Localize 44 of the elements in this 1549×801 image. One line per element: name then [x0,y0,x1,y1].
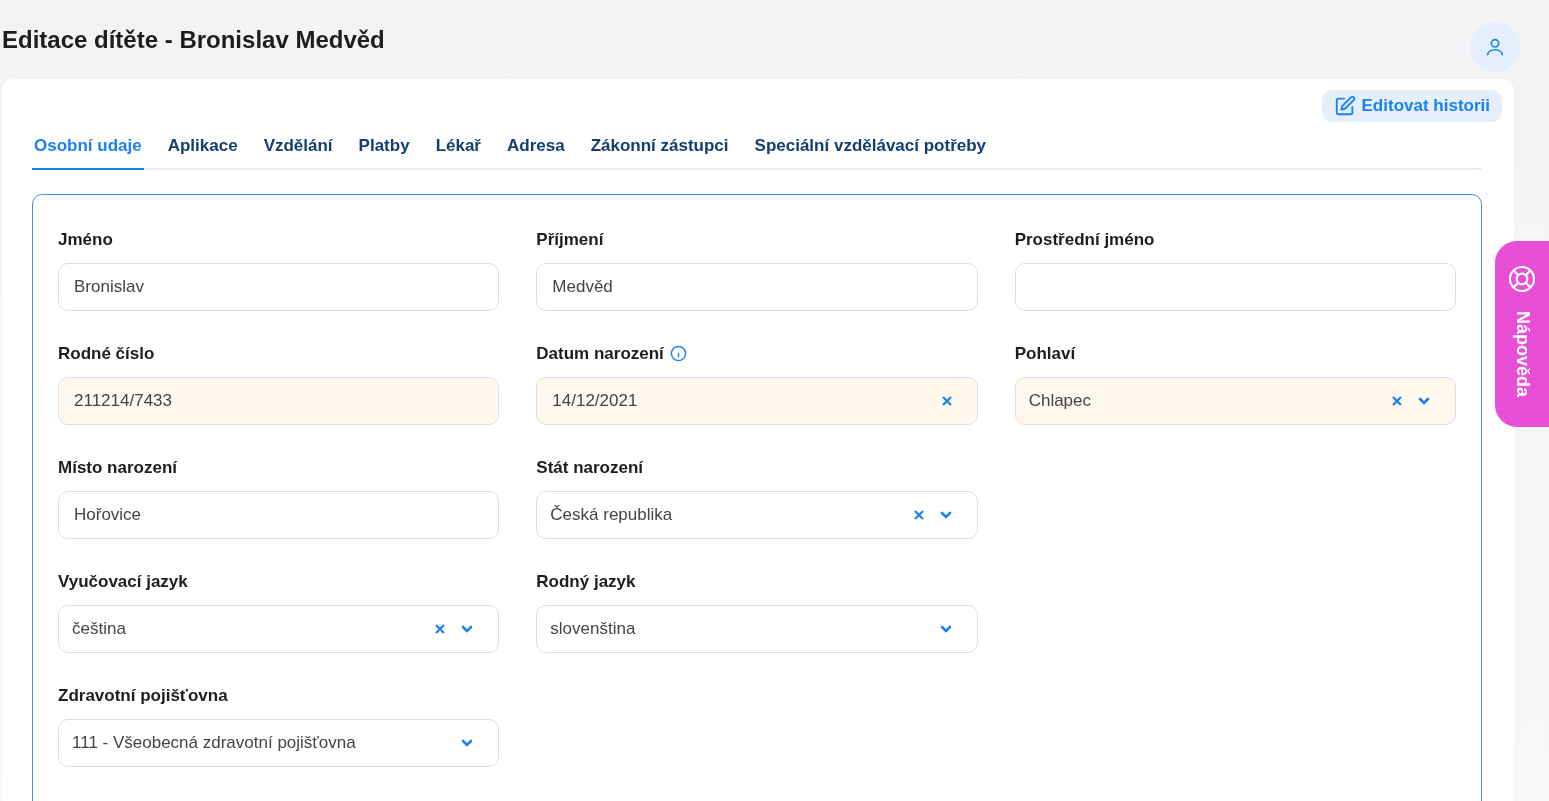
select-field[interactable]: 111 - Všeobecná zdravotní pojišťovna [58,719,500,767]
select-field[interactable]: čeština [58,605,500,653]
field-label: Pohlaví [1014,343,1076,364]
chevron-down-icon[interactable] [1417,396,1431,406]
date-field[interactable]: 14/12/2021 [536,377,978,425]
user-icon[interactable] [1470,22,1520,72]
input-field[interactable] [1014,263,1456,311]
field-label: Místo narození [58,457,177,478]
lifebuoy-icon [1506,263,1538,295]
field-label: Zdravotní pojišťovna [58,685,228,706]
chevron-down-icon[interactable] [938,510,953,520]
clear-icon[interactable] [912,509,925,521]
field-label: Vyučovací jazyk [58,571,188,592]
edit-icon [1333,95,1356,117]
clear-icon[interactable] [434,623,447,635]
page-title: Editace dítěte - Bronislav Medvěd [2,26,385,54]
tab[interactable]: Vzdělání [261,128,335,170]
field-label: Rodné číslo [58,343,155,364]
tab[interactable]: Adresa [505,128,567,170]
chevron-down-icon[interactable] [460,738,475,748]
field-label: Stát narození [536,457,644,478]
info-icon[interactable] [669,345,687,362]
field-label: Rodný jazyk [536,571,636,592]
tab[interactable]: Lékař [433,128,483,170]
field-label: Datum narození [536,343,664,364]
field-label: Prostřední jméno [1014,229,1155,250]
field-label: Jméno [58,229,113,250]
tab[interactable]: Speciální vzdělávací potřeby [752,128,989,170]
tab[interactable]: Aplikace [165,128,240,170]
clear-icon[interactable] [1391,395,1403,407]
input-field[interactable]: 211214/7433 [58,377,500,425]
clear-icon[interactable] [940,395,953,407]
field-label: Příjmení [536,229,604,250]
select-field[interactable]: Chlapec [1014,377,1456,425]
input-field[interactable]: Medvěd [536,263,978,311]
chevron-down-icon[interactable] [460,624,475,634]
tab[interactable]: Osobní udaje [32,128,144,170]
select-field[interactable]: Česká republika [536,491,978,539]
select-field[interactable]: slovenština [536,605,978,653]
input-field[interactable]: Bronislav [58,263,500,311]
chevron-down-icon[interactable] [938,624,953,634]
tab[interactable]: Zákonní zástupci [588,128,731,170]
input-field[interactable]: Hořovice [58,491,500,539]
tab[interactable]: Platby [356,128,412,170]
